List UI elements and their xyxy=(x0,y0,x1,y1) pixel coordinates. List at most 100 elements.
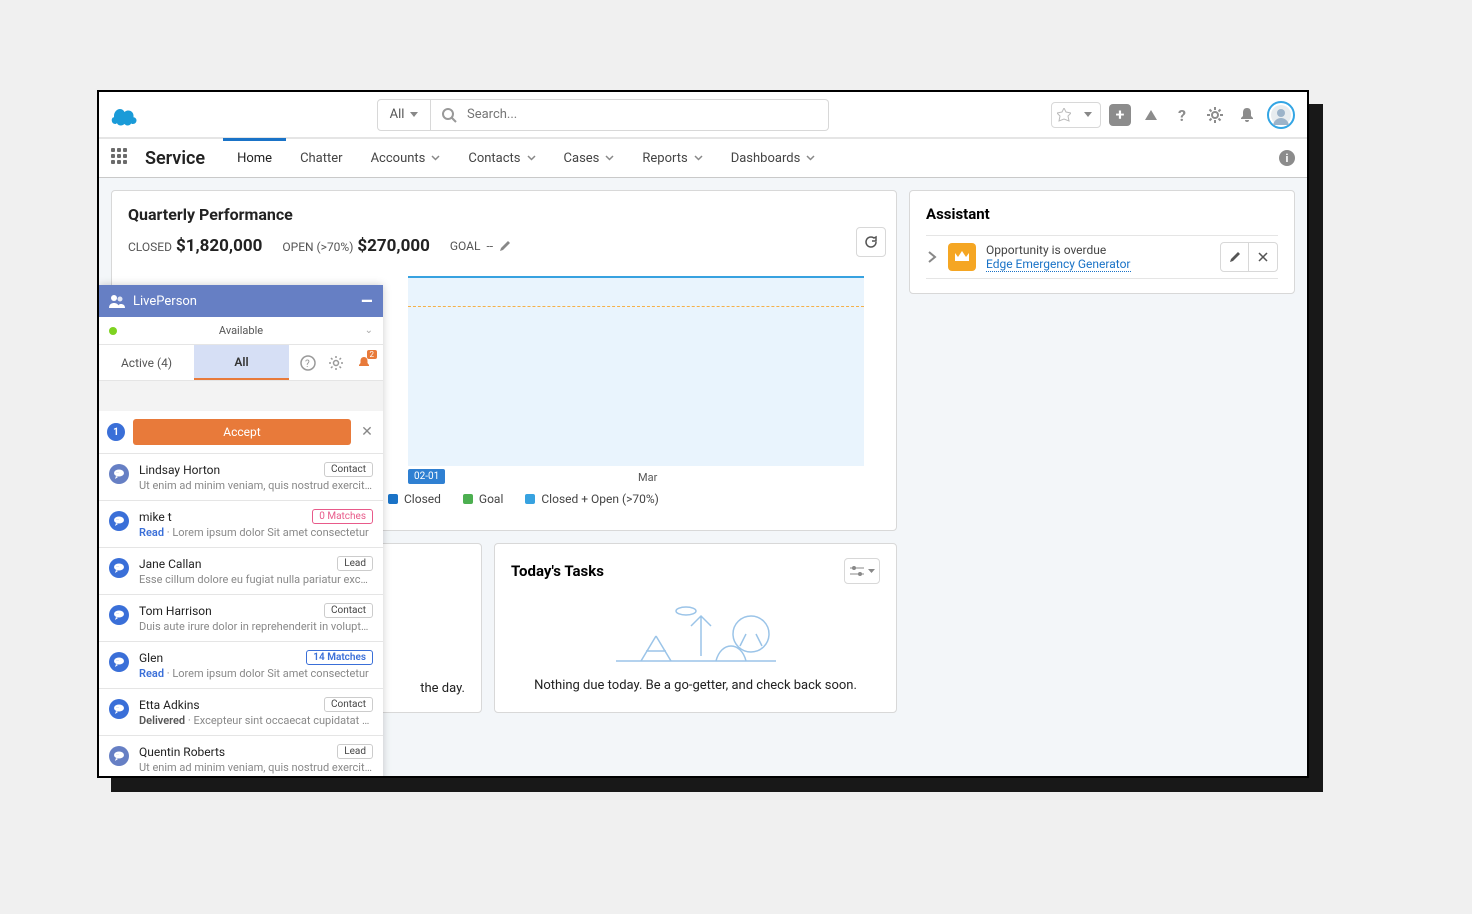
conversation-snippet: Esse cillum dolore eu fugiat nulla paria… xyxy=(139,573,373,586)
caret-down-icon xyxy=(868,569,875,573)
svg-text:···: ··· xyxy=(116,752,119,757)
tasks-empty-message: Nothing due today. Be a go-getter, and c… xyxy=(511,678,880,693)
open-label: OPEN (>70%) xyxy=(282,240,353,254)
conversation-pill: Contact xyxy=(324,603,373,618)
tasks-settings-button[interactable] xyxy=(844,558,880,584)
bell-icon[interactable] xyxy=(1235,103,1259,127)
chevron-down-icon xyxy=(694,155,703,161)
pencil-icon[interactable] xyxy=(499,240,511,252)
conversation-snippet: Duis aute irure dolor in reprehenderit i… xyxy=(139,620,373,633)
conversation-row[interactable]: ··· Etta Adkins Contact Delivered · Excepte… xyxy=(99,689,383,736)
close-button[interactable] xyxy=(1249,243,1277,271)
liveperson-header[interactable]: LivePerson – xyxy=(99,285,383,317)
conversation-row[interactable]: ···mike t0 MatchesRead · Lorem ipsum dol… xyxy=(99,501,383,548)
search-scope-label: All xyxy=(390,107,405,122)
chat-bubble-icon: ··· xyxy=(109,699,129,719)
global-header: All + ? xyxy=(99,92,1307,138)
tasks-title: Today's Tasks xyxy=(511,562,604,580)
liveperson-title: LivePerson xyxy=(133,294,197,309)
favorites-dropdown[interactable] xyxy=(1076,103,1100,127)
edit-button[interactable] xyxy=(1221,243,1249,271)
nav-tab-cases[interactable]: Cases xyxy=(550,139,629,177)
nav-tab-dashboards[interactable]: Dashboards xyxy=(717,139,830,177)
chevron-down-icon xyxy=(605,155,614,161)
utility-bar: + ? xyxy=(1051,101,1295,129)
assistant-title: Assistant xyxy=(926,205,1278,223)
conversation-name: mike t xyxy=(139,510,172,524)
nav-tab-reports[interactable]: Reports xyxy=(628,139,716,177)
conversation-pill: 0 Matches xyxy=(312,509,373,524)
assistant-text: Opportunity is overdue Edge Emergency Ge… xyxy=(986,243,1210,271)
search-input[interactable] xyxy=(467,107,818,122)
nav-tab-contacts[interactable]: Contacts xyxy=(454,139,549,177)
nav-tab-chatter[interactable]: Chatter xyxy=(286,139,357,177)
conversation-pill: Contact xyxy=(324,697,373,712)
conversation-snippet: Ut enim ad minim veniam, quis nostrud ex… xyxy=(139,761,373,774)
tab-all[interactable]: All xyxy=(194,345,289,380)
partial-text: the day. xyxy=(420,681,465,696)
star-icon[interactable] xyxy=(1052,103,1076,127)
refresh-button[interactable] xyxy=(856,227,886,257)
conversation-row[interactable]: ··· Quentin Roberts Lead Ut enim ad minim v… xyxy=(99,736,383,778)
search-icon xyxy=(441,107,457,123)
liveperson-panel: LivePerson – Available ⌄ Active (4) All … xyxy=(99,285,383,778)
legend-item: Closed xyxy=(388,492,441,506)
svg-text:?: ? xyxy=(1178,107,1186,123)
accept-button[interactable]: Accept xyxy=(133,419,351,445)
help-icon[interactable]: ? xyxy=(1171,103,1195,127)
qp-metrics: CLOSED$1,820,000 OPEN (>70%)$270,000 GOA… xyxy=(128,236,880,256)
conversation-row[interactable]: ···Jane CallanLeadEsse cillum dolore eu … xyxy=(99,548,383,595)
conversation-row[interactable]: ···Lindsay HortonContactUt enim ad minim… xyxy=(99,454,383,501)
minimize-icon[interactable]: – xyxy=(360,289,373,313)
status-label: Available xyxy=(219,324,263,337)
app-nav: Service HomeChatterAccountsContactsCases… xyxy=(99,138,1307,178)
gear-icon[interactable] xyxy=(1203,103,1227,127)
conversation-snippet: Read · Lorem ipsum dolor Sit amet consec… xyxy=(139,667,373,680)
app-window: All + ? Service HomeChatterAccountsConta… xyxy=(97,90,1309,778)
chat-bubble-icon: ··· xyxy=(109,746,129,766)
assistant-actions xyxy=(1220,242,1278,272)
search-box[interactable] xyxy=(431,99,829,131)
nav-tabs: HomeChatterAccountsContactsCasesReportsD… xyxy=(223,139,829,177)
chat-bubble-icon: ··· xyxy=(109,605,129,625)
chat-bubble-icon: ··· xyxy=(109,464,129,484)
search-scope-dropdown[interactable]: All xyxy=(377,99,431,131)
assistant-card: Assistant Opportunity is overdue Edge Em… xyxy=(909,190,1295,294)
conversation-name: Glen xyxy=(139,651,163,665)
salesforce-setup-icon[interactable] xyxy=(1139,103,1163,127)
info-icon[interactable]: i xyxy=(1279,150,1295,166)
conversation-name: Quentin Roberts xyxy=(139,745,225,759)
lp-tabs: Active (4) All ? 2 xyxy=(99,345,383,381)
conversation-snippet: Ut enim ad minim veniam, quis nostrud ex… xyxy=(139,479,373,492)
chat-bubble-icon: ··· xyxy=(109,652,129,672)
availability-selector[interactable]: Available ⌄ xyxy=(99,317,383,345)
assistant-item: Opportunity is overdue Edge Emergency Ge… xyxy=(926,235,1278,279)
app-launcher-icon[interactable] xyxy=(111,148,131,168)
chevron-right-icon[interactable] xyxy=(926,251,938,263)
nav-tab-home[interactable]: Home xyxy=(223,139,286,177)
svg-text:···: ··· xyxy=(116,658,119,663)
add-icon[interactable]: + xyxy=(1109,104,1131,126)
conversation-snippet: Delivered · Excepteur sint occaecat cupi… xyxy=(139,714,373,727)
help-icon[interactable]: ? xyxy=(299,354,317,372)
conversation-row[interactable]: ··· Glen 14 Matches Read · Lorem ipsum dolo… xyxy=(99,642,383,689)
conversation-pill: Lead xyxy=(337,744,373,759)
close-icon[interactable]: ✕ xyxy=(359,424,375,440)
goal-label: GOAL xyxy=(450,239,481,253)
conversation-pill: Lead xyxy=(337,556,373,571)
conversation-pill: 14 Matches xyxy=(306,650,373,665)
assistant-link[interactable]: Edge Emergency Generator xyxy=(986,257,1131,272)
conversation-name: Etta Adkins xyxy=(139,698,200,712)
gear-icon[interactable] xyxy=(327,354,345,372)
avatar[interactable] xyxy=(1267,101,1295,129)
chat-bubble-icon: ··· xyxy=(109,511,129,531)
goal-value: -- xyxy=(486,239,493,253)
tab-active[interactable]: Active (4) xyxy=(99,345,194,380)
conversation-name: Tom Harrison xyxy=(139,604,212,618)
conversation-row[interactable]: ··· Tom Harrison Contact Duis aute irure do… xyxy=(99,595,383,642)
nav-tab-accounts[interactable]: Accounts xyxy=(357,139,455,177)
date-marker: 02-01 xyxy=(408,469,445,484)
status-dot-icon xyxy=(109,327,117,335)
pending-count-badge: 1 xyxy=(107,423,125,441)
bell-icon[interactable]: 2 xyxy=(355,354,373,372)
